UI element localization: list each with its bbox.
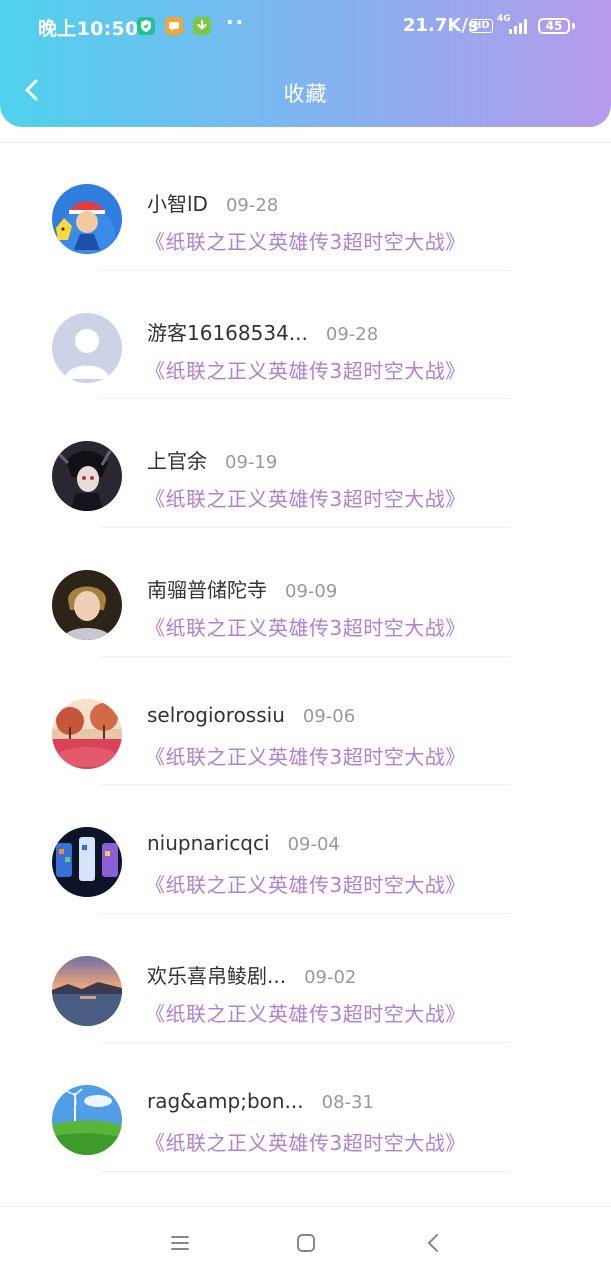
game-link[interactable]: 《纸联之正义英雄传3超时空大战》 (145, 226, 466, 255)
net-speed: 21.7K/s (403, 15, 479, 36)
avatar[interactable] (52, 956, 122, 1027)
divider (100, 1170, 511, 1172)
game-link[interactable]: 《纸联之正义英雄传3超时空大战》 (145, 483, 466, 512)
date: 09-09 (285, 581, 338, 603)
back-nav-button[interactable] (422, 1231, 446, 1255)
menu-button[interactable] (168, 1231, 192, 1255)
list-item[interactable]: 游客16168534... 09-28 《纸联之正义英雄传3超时空大战》 (0, 271, 611, 400)
user-name[interactable]: selrogiorossiu (147, 703, 285, 727)
avatar[interactable] (52, 184, 122, 254)
date: 09-28 (225, 195, 279, 216)
shield-app-icon (137, 17, 155, 35)
menu-icon (171, 1236, 189, 1250)
name-line: 小智lD 09-28 (147, 188, 278, 217)
home-icon (297, 1234, 315, 1252)
back-icon (428, 1234, 438, 1252)
system-nav-bar (0, 1206, 611, 1281)
game-link[interactable]: 《纸联之正义英雄传3超时空大战》 (145, 1127, 466, 1156)
name-line: 欢乐喜帛鲮剧... 09-02 (147, 960, 356, 989)
name-line: rag&amp;bon... 08-31 (147, 1089, 374, 1113)
user-name[interactable]: 欢乐喜帛鲮剧... (147, 964, 286, 988)
date: 09-04 (287, 834, 340, 856)
user-name[interactable]: niupnaricqci (147, 831, 270, 855)
name-line: 游客16168534... 09-28 (147, 317, 378, 346)
list-item[interactable]: 上官余 09-19 《纸联之正义英雄传3超时空大战》 (0, 399, 611, 529)
date: 08-31 (321, 1091, 374, 1113)
game-link[interactable]: 《纸联之正义英雄传3超时空大战》 (145, 998, 466, 1027)
status-time: 晚上10:50 (38, 18, 139, 40)
list-item[interactable]: rag&amp;bon... 08-31 《纸联之正义英雄传3超时空大战》 (0, 1043, 611, 1172)
page-title: 收藏 (283, 82, 328, 106)
user-name[interactable]: 南骝普储陀寺 (147, 578, 267, 602)
download-app-icon (193, 17, 211, 35)
favorites-list: 小智lD 09-28 《纸联之正义英雄传3超时空大战》 游客16168534...… (0, 142, 611, 1172)
game-link[interactable]: 《纸联之正义英雄传3超时空大战》 (145, 741, 466, 770)
name-line: niupnaricqci 09-04 (147, 831, 340, 855)
avatar[interactable] (52, 698, 122, 769)
battery-icon: 45 (538, 18, 570, 34)
game-link[interactable]: 《纸联之正义英雄传3超时空大战》 (145, 612, 466, 641)
home-button[interactable] (294, 1231, 318, 1255)
avatar[interactable] (52, 570, 122, 641)
list-item[interactable]: 欢乐喜帛鲮剧... 09-02 《纸联之正义英雄传3超时空大战》 (0, 914, 611, 1043)
list-item[interactable]: 小智lD 09-28 《纸联之正义英雄传3超时空大战》 (0, 142, 611, 271)
header-bar: 晚上10:50 ·· 21.7K/s HD 4G 45 收藏 (0, 0, 611, 127)
status-bar: 晚上10:50 ·· 21.7K/s HD 4G 45 (0, 0, 611, 56)
date: 09-02 (304, 967, 357, 989)
list-item[interactable]: 南骝普储陀寺 09-09 《纸联之正义英雄传3超时空大战》 (0, 528, 611, 657)
battery-tip (572, 23, 575, 29)
user-name[interactable]: 游客16168534... (147, 321, 308, 345)
signal-icon (509, 19, 527, 34)
avatar[interactable] (52, 441, 122, 512)
avatar[interactable] (52, 1084, 122, 1155)
date: 09-28 (325, 323, 379, 345)
user-name[interactable]: rag&amp;bon... (147, 1089, 304, 1113)
name-line: 上官余 09-19 (147, 445, 277, 474)
avatar[interactable] (52, 827, 122, 898)
list-item[interactable]: niupnaricqci 09-04 《纸联之正义英雄传3超时空大战》 (0, 785, 611, 915)
date: 09-06 (302, 705, 356, 727)
message-app-icon (165, 17, 183, 35)
hd-badge: HD (470, 19, 493, 33)
list-item[interactable]: selrogiorossiu 09-06 《纸联之正义英雄传3超时空大战》 (0, 657, 611, 786)
game-link[interactable]: 《纸联之正义英雄传3超时空大战》 (145, 869, 466, 898)
date: 09-19 (225, 452, 278, 474)
user-name[interactable]: 小智lD (147, 192, 208, 216)
user-name[interactable]: 上官余 (147, 449, 207, 473)
name-line: 南骝普储陀寺 09-09 (147, 574, 337, 603)
game-link[interactable]: 《纸联之正义英雄传3超时空大战》 (145, 355, 466, 384)
avatar[interactable] (52, 312, 122, 383)
status-more-dots: ·· (226, 10, 246, 34)
name-line: selrogiorossiu 09-06 (147, 703, 355, 727)
